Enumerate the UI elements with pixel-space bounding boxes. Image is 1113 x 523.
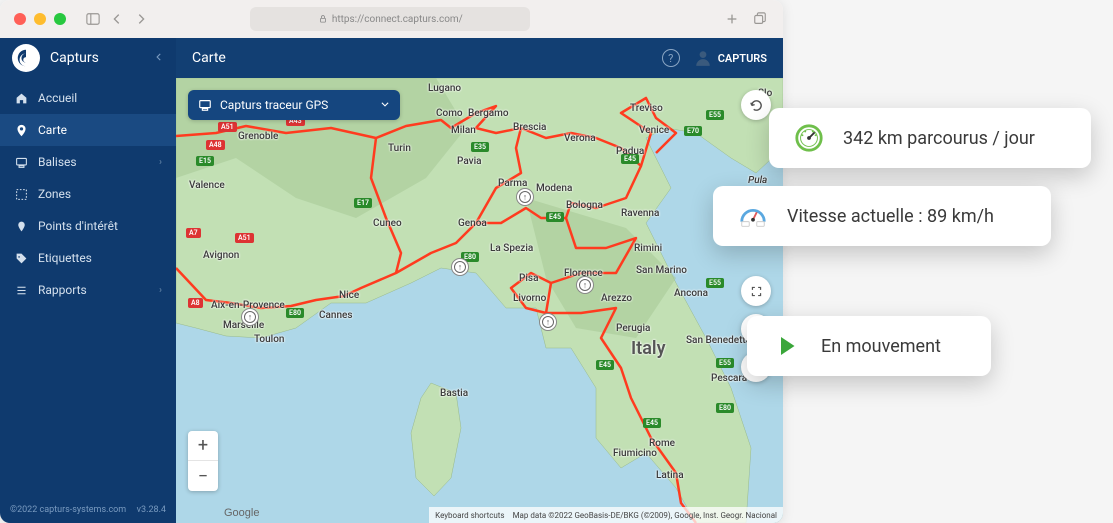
username-label: CAPTURS <box>718 52 767 65</box>
tracker-selector-dropdown[interactable]: Capturs traceur GPS <box>188 90 400 120</box>
topbar: Carte ? CAPTURS <box>176 38 783 78</box>
home-icon <box>14 91 28 105</box>
keyboard-shortcuts-link[interactable]: Keyboard shortcuts <box>435 511 504 520</box>
highway-badge: E45 <box>621 154 639 164</box>
sidebar: Capturs Accueil Carte Balises › <box>0 38 176 523</box>
sidebar-item-label: Rapports <box>38 283 87 297</box>
tracker-selector-label: Capturs traceur GPS <box>220 98 328 112</box>
highway-badge: E17 <box>354 198 372 208</box>
highway-badge: E70 <box>684 126 702 136</box>
report-icon <box>14 283 28 297</box>
highway-badge: E80 <box>716 403 734 413</box>
highway-badge: E45 <box>596 360 614 370</box>
gps-marker[interactable] <box>516 188 534 206</box>
info-cards: 342 km parcourus / jour Vitesse actuelle… <box>713 108 1091 376</box>
sidebar-item-label: Etiquettes <box>38 251 92 265</box>
sidebar-nav: Accueil Carte Balises › Zones Poin <box>0 78 176 497</box>
user-menu[interactable]: CAPTURS <box>694 49 767 67</box>
brand-logo <box>12 44 40 72</box>
zone-icon <box>14 187 28 201</box>
sidebar-item-accueil[interactable]: Accueil <box>0 82 176 114</box>
device-icon <box>198 98 212 112</box>
distance-card: 342 km parcourus / jour <box>769 108 1091 168</box>
sidebar-item-label: Accueil <box>38 91 77 105</box>
sidebar-item-rapports[interactable]: Rapports › <box>0 274 176 306</box>
app-container: Capturs Accueil Carte Balises › <box>0 38 783 523</box>
tag-icon <box>14 251 28 265</box>
device-icon <box>14 155 28 169</box>
highway-badge: A8 <box>188 298 203 308</box>
url-bar[interactable]: https://connect.capturs.com/ <box>250 7 530 31</box>
back-button[interactable] <box>108 10 126 28</box>
distance-text: 342 km parcourus / jour <box>843 128 1035 149</box>
poi-icon <box>14 219 28 233</box>
zoom-controls: + − <box>188 431 218 491</box>
new-tab-button[interactable] <box>723 10 741 28</box>
version-text: v3.28.4 <box>137 505 166 515</box>
highway-badge: A48 <box>206 140 225 150</box>
sidebar-item-label: Carte <box>38 123 67 137</box>
speed-card: Vitesse actuelle : 89 km/h <box>713 186 1051 246</box>
sidebar-item-carte[interactable]: Carte <box>0 114 176 146</box>
odometer-icon <box>793 122 825 154</box>
map-attribution: Keyboard shortcuts Map data ©2022 GeoBas… <box>429 507 783 523</box>
gps-marker[interactable] <box>241 308 259 326</box>
highway-badge: A51 <box>235 233 254 243</box>
highway-badge: E35 <box>471 142 489 152</box>
chevron-right-icon: › <box>159 285 162 296</box>
main-area: Carte ? CAPTURS <box>176 38 783 523</box>
map-container[interactable]: LuganoComoBergamoMilanBresciaVeronaPadua… <box>176 78 783 523</box>
tabs-button[interactable] <box>751 10 769 28</box>
map-data-text: Map data ©2022 GeoBasis-DE/BKG (©2009), … <box>513 511 777 520</box>
pin-icon <box>14 123 28 137</box>
play-icon <box>771 330 803 362</box>
highway-badge: A7 <box>186 228 201 238</box>
sidebar-item-label: Points d'intérêt <box>38 219 118 233</box>
highway-badge: E80 <box>286 308 304 318</box>
help-button[interactable]: ? <box>662 49 680 67</box>
user-icon <box>694 49 712 67</box>
speed-text: Vitesse actuelle : 89 km/h <box>787 206 994 227</box>
sidebar-header: Capturs <box>0 38 176 78</box>
page-title: Carte <box>192 50 226 66</box>
highway-badge: A51 <box>218 122 237 132</box>
forward-button[interactable] <box>132 10 150 28</box>
traffic-lights <box>14 13 66 25</box>
sidebar-collapse-button[interactable] <box>154 51 164 65</box>
sidebar-item-zones[interactable]: Zones <box>0 178 176 210</box>
browser-window: https://connect.capturs.com/ Capturs <box>0 0 783 523</box>
sidebar-footer: ©2022 capturs-systems.com v3.28.4 <box>0 497 176 523</box>
sidebar-item-label: Zones <box>38 187 71 201</box>
highway-badge: E15 <box>196 156 214 166</box>
gps-marker[interactable] <box>539 313 557 331</box>
url-text: https://connect.capturs.com/ <box>332 14 463 25</box>
chevron-right-icon: › <box>159 157 162 168</box>
sidebar-item-label: Balises <box>38 155 77 169</box>
zoom-in-button[interactable]: + <box>188 431 218 461</box>
gps-marker[interactable] <box>576 276 594 294</box>
minimize-window-button[interactable] <box>34 13 46 25</box>
browser-chrome: https://connect.capturs.com/ <box>0 0 783 38</box>
maximize-window-button[interactable] <box>54 13 66 25</box>
brand-name: Capturs <box>50 50 99 66</box>
chevron-down-icon <box>380 98 390 112</box>
sidebar-item-etiquettes[interactable]: Etiquettes <box>0 242 176 274</box>
google-logo: Google <box>224 507 259 519</box>
highway-badge: E45 <box>643 418 661 428</box>
gps-marker[interactable] <box>451 258 469 276</box>
speedometer-icon <box>737 200 769 232</box>
zoom-out-button[interactable]: − <box>188 461 218 491</box>
status-text: En mouvement <box>821 336 941 357</box>
sidebar-item-poi[interactable]: Points d'intérêt <box>0 210 176 242</box>
copyright-text: ©2022 capturs-systems.com <box>10 505 126 515</box>
sidebar-item-balises[interactable]: Balises › <box>0 146 176 178</box>
lock-icon <box>318 14 328 24</box>
close-window-button[interactable] <box>14 13 26 25</box>
status-card: En mouvement <box>747 316 991 376</box>
highway-badge: E45 <box>546 212 564 222</box>
sidebar-toggle-icon[interactable] <box>84 10 102 28</box>
